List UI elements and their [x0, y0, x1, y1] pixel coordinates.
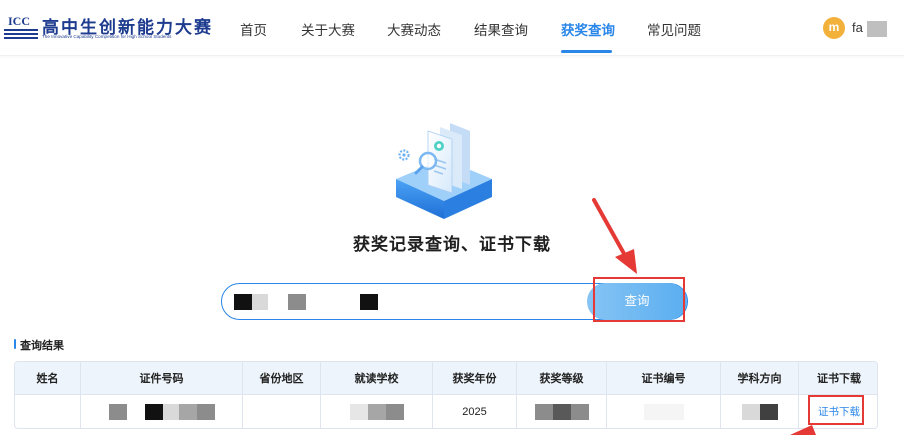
icc-logo-mark: ICC	[4, 12, 38, 42]
redaction-block	[108, 403, 127, 420]
redaction-block	[570, 403, 589, 420]
annotation-highlight-box	[808, 395, 864, 425]
redaction-block	[360, 294, 378, 310]
cell-name	[15, 395, 81, 428]
avatar: m	[823, 17, 845, 39]
annotation-highlight-box	[593, 277, 685, 322]
redaction-block	[196, 403, 215, 420]
nav-item-home[interactable]: 首页	[240, 19, 267, 39]
annotation-arrow-icon	[592, 198, 637, 274]
redaction-block	[234, 294, 252, 310]
cell-year: 2025	[433, 395, 517, 428]
column-header: 姓名	[15, 362, 81, 394]
nav-item-awards[interactable]: 获奖查询	[561, 19, 615, 39]
results-table: 姓名 证件号码 省份地区 就读学校 获奖年份 获奖等级 证书编号 学科方向 证书…	[14, 361, 878, 429]
certificate-illustration-icon	[396, 123, 492, 219]
redaction-block	[252, 294, 268, 310]
annotation-arrow-icon	[790, 425, 816, 435]
cell-school	[321, 395, 433, 428]
redaction-block	[867, 21, 887, 37]
cell-province	[243, 395, 321, 428]
logo-mark-text: ICC	[8, 14, 31, 28]
column-header: 获奖年份	[433, 362, 517, 394]
redaction-block	[741, 403, 760, 420]
cell-award-level	[517, 395, 607, 428]
redaction-block	[288, 294, 306, 310]
page-title: 获奖记录查询、证书下载	[353, 235, 551, 254]
cell-certificate-number	[607, 395, 721, 428]
username: fa	[852, 20, 863, 35]
redaction-block	[552, 403, 571, 420]
nav-item-faq[interactable]: 常见问题	[647, 19, 701, 39]
redaction-block	[178, 403, 197, 420]
column-header: 证件号码	[81, 362, 243, 394]
redaction-block	[144, 403, 163, 420]
table-header-row: 姓名 证件号码 省份地区 就读学校 获奖年份 获奖等级 证书编号 学科方向 证书…	[15, 362, 877, 395]
active-tab-indicator	[561, 50, 612, 53]
nav-item-results[interactable]: 结果查询	[474, 19, 528, 39]
top-header: ICC 高中生创新能力大赛 The Innovative Capability …	[0, 0, 904, 56]
site-logo[interactable]: ICC 高中生创新能力大赛 The Innovative Capability …	[4, 12, 211, 42]
cell-id-number	[81, 395, 243, 428]
redaction-block	[759, 403, 778, 420]
column-header: 就读学校	[321, 362, 433, 394]
redaction-block	[367, 403, 386, 420]
redaction-block	[385, 403, 404, 420]
redaction-block	[643, 403, 684, 420]
column-header: 学科方向	[721, 362, 799, 394]
redaction-block	[349, 403, 368, 420]
redaction-block	[162, 403, 179, 420]
nav-item-about[interactable]: 关于大赛	[301, 19, 355, 39]
column-header: 证书编号	[607, 362, 721, 394]
table-row: 2025 证书下载	[15, 395, 877, 428]
column-header: 获奖等级	[517, 362, 607, 394]
nav-item-news[interactable]: 大赛动态	[387, 19, 441, 39]
logo-subtitle: The Innovative Capability Competition fo…	[42, 34, 172, 39]
column-header: 省份地区	[243, 362, 321, 394]
column-header: 证书下载	[817, 373, 861, 385]
results-title: 查询结果	[14, 337, 64, 353]
redaction-block	[534, 403, 553, 420]
